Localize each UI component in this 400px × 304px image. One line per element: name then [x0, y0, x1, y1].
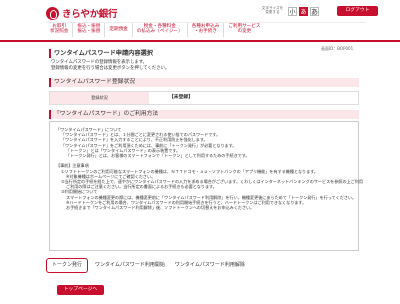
nav-item-label: の払込み（ペイジー） [136, 29, 183, 34]
nav-item-label: ・お手続き [194, 29, 217, 34]
usage-info-line: お手続きまで「ワンタイムパスワード利用解除」後、ソフトトークンへの切替えをお申込… [66, 205, 255, 211]
bank-logo-icon [46, 6, 59, 20]
nav-item[interactable]: 振込・振替 振込・振替 [73, 23, 106, 37]
nav-item[interactable]: ご利用サービス の変更 [224, 23, 264, 37]
bank-logo[interactable]: きらやか銀行 [46, 6, 118, 20]
header: きらやか銀行 文字サイズを 変更する 小 あ あ ログアウト お取引 状況照会 振込… [0, 0, 400, 42]
nav-item-label: 振込・振替 [77, 29, 101, 34]
intro-text: ワンタイムパスワードの登録情報を表示します。 登録情報の変更を行う場合は変更ボタ… [51, 60, 169, 72]
page-title: ワンタイムパスワード申請内容選択 [49, 49, 357, 58]
nav-item-label: 状況照会 [50, 29, 69, 34]
registration-status-value: 【未登録】 [169, 95, 193, 100]
nav-item[interactable]: お取引 状況照会 [46, 23, 74, 37]
usage-info-box: 「ワンタイムパスワード」について 「ワンタイムパスワード」とは、１分間ごとに変更さ… [49, 121, 363, 251]
font-size-label-line2: 変更する [265, 10, 280, 15]
registration-status-heading: ワンタイムパスワード登録状況 [49, 78, 359, 87]
nav-divider [0, 40, 400, 42]
global-nav: お取引 状況照会 振込・振替 振込・振替 定期預金 税金・各種料金 の払込み（ペイジー） 各種… [46, 22, 366, 37]
token-issue-button[interactable]: トークン発行 [46, 257, 89, 273]
top-page-button[interactable]: トップページへ [57, 285, 104, 295]
usage-heading: 「ワンタイムパスワード」のご利用方法 [49, 110, 359, 119]
action-tabs: トークン発行 ワンタイムパスワード利用開始 ワンタイムパスワード利用解除 [46, 257, 250, 273]
nav-item[interactable]: 定期預金 [105, 23, 133, 37]
registration-status-row: 登録状況 【未登録】 [49, 91, 359, 105]
font-size-label: 文字サイズを 変更する [259, 6, 286, 14]
nav-item-label: の変更 [237, 29, 252, 34]
nav-item-label: 定期預金 [109, 26, 128, 32]
otp-cancel-button[interactable]: ワンタイムパスワード利用解除 [170, 257, 250, 273]
nav-item[interactable]: 各種お申込み ・お手続き [188, 23, 225, 37]
logout-button[interactable]: ログアウト [337, 6, 378, 16]
font-size-large-button[interactable]: あ [310, 7, 319, 16]
bank-name: きらやか銀行 [62, 9, 118, 20]
otp-start-button[interactable]: ワンタイムパスワード利用開始 [90, 257, 170, 273]
intro-line: 登録情報の変更を行う場合は変更ボタンを押してください。 [51, 66, 170, 72]
font-size-small-button[interactable]: 小 [288, 7, 297, 16]
font-size-medium-button[interactable]: あ [299, 7, 308, 16]
nav-item[interactable]: 税金・各種料金 の払込み（ペイジー） [133, 23, 188, 37]
registration-status-label: 登録状況 [50, 92, 149, 104]
